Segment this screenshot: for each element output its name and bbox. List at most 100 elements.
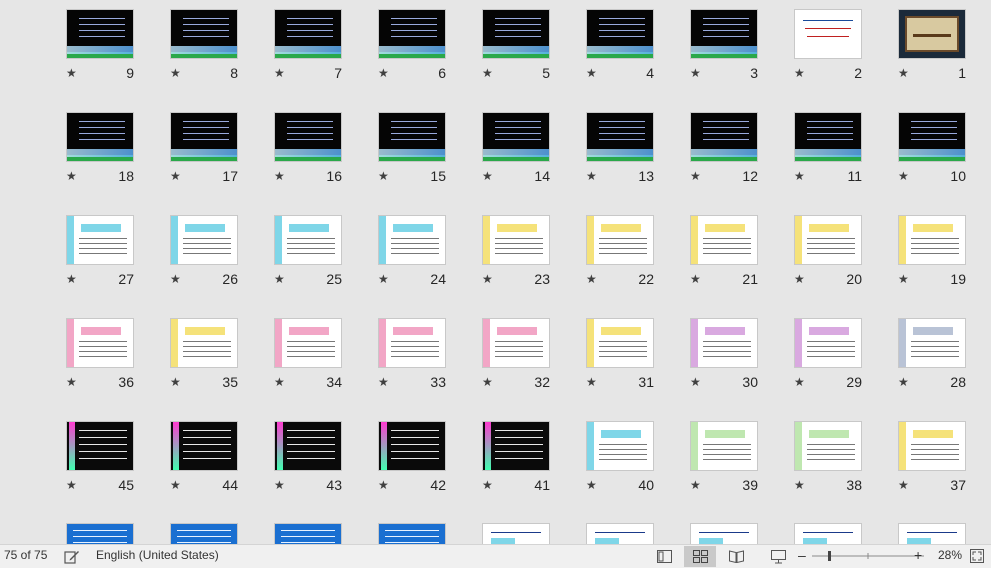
slide-thumbnail[interactable] <box>378 215 446 265</box>
slide-thumbnail[interactable] <box>66 318 134 368</box>
transition-star-icon[interactable]: ★ <box>690 375 701 389</box>
slide-thumbnail[interactable] <box>482 215 550 265</box>
transition-star-icon[interactable]: ★ <box>66 272 77 286</box>
slide-thumbnail[interactable] <box>170 215 238 265</box>
slide-thumbnail[interactable] <box>586 318 654 368</box>
slide-thumbnail[interactable] <box>586 112 654 162</box>
slide-thumbnail[interactable] <box>274 9 342 59</box>
transition-star-icon[interactable]: ★ <box>586 375 597 389</box>
transition-star-icon[interactable]: ★ <box>274 66 285 80</box>
slide-sorter-view-button[interactable] <box>684 546 716 567</box>
slide-thumbnail[interactable] <box>170 318 238 368</box>
slide-thumbnail[interactable] <box>66 112 134 162</box>
transition-star-icon[interactable]: ★ <box>482 169 493 183</box>
slide-thumbnail[interactable] <box>586 9 654 59</box>
transition-star-icon[interactable]: ★ <box>378 478 389 492</box>
slide-thumbnail[interactable] <box>794 9 862 59</box>
slide-thumbnail[interactable] <box>274 318 342 368</box>
slide-thumbnail[interactable] <box>898 523 966 544</box>
transition-star-icon[interactable]: ★ <box>274 478 285 492</box>
slide-thumbnail[interactable] <box>170 523 238 544</box>
slide-thumbnail[interactable] <box>66 215 134 265</box>
slide-thumbnail[interactable] <box>898 421 966 471</box>
transition-star-icon[interactable]: ★ <box>482 272 493 286</box>
slide-thumbnail[interactable] <box>690 9 758 59</box>
slide-thumbnail[interactable] <box>690 215 758 265</box>
transition-star-icon[interactable]: ★ <box>66 375 77 389</box>
transition-star-icon[interactable]: ★ <box>66 66 77 80</box>
slide-thumbnail[interactable] <box>690 523 758 544</box>
language-indicator[interactable]: English (United States) <box>96 545 219 568</box>
transition-star-icon[interactable]: ★ <box>66 478 77 492</box>
slide-thumbnail[interactable] <box>690 318 758 368</box>
fit-to-window-button[interactable] <box>970 545 986 568</box>
transition-star-icon[interactable]: ★ <box>482 478 493 492</box>
slide-thumbnail[interactable] <box>482 318 550 368</box>
slide-thumbnail[interactable] <box>690 112 758 162</box>
slide-thumbnail[interactable] <box>898 112 966 162</box>
transition-star-icon[interactable]: ★ <box>274 375 285 389</box>
transition-star-icon[interactable]: ★ <box>898 478 909 492</box>
slide-thumbnail[interactable] <box>794 215 862 265</box>
slide-thumbnail[interactable] <box>274 523 342 544</box>
slide-thumbnail[interactable] <box>482 421 550 471</box>
transition-star-icon[interactable]: ★ <box>66 169 77 183</box>
transition-star-icon[interactable]: ★ <box>898 66 909 80</box>
slide-thumbnail[interactable] <box>378 318 446 368</box>
transition-star-icon[interactable]: ★ <box>898 375 909 389</box>
slide-thumbnail[interactable] <box>170 421 238 471</box>
transition-star-icon[interactable]: ★ <box>794 66 805 80</box>
slide-thumbnail[interactable] <box>794 318 862 368</box>
zoom-out-button[interactable]: – <box>798 545 806 568</box>
slide-sorter-pane[interactable]: ★ 1 ★ 2 ★ 3 ★ 4 ★ 5 ★ 6 ★ 7 ★ 8 ★ 9 ★ 10 ★ 11 ★ 12 ★ 13 ★ 14 ★ 15 ★ 16 ★… <box>0 0 991 544</box>
transition-star-icon[interactable]: ★ <box>170 478 181 492</box>
slide-show-button[interactable] <box>762 546 794 567</box>
slide-thumbnail[interactable] <box>898 318 966 368</box>
transition-star-icon[interactable]: ★ <box>274 169 285 183</box>
slide-thumbnail[interactable] <box>690 421 758 471</box>
slide-thumbnail[interactable] <box>586 421 654 471</box>
slide-thumbnail[interactable] <box>378 112 446 162</box>
transition-star-icon[interactable]: ★ <box>378 375 389 389</box>
transition-star-icon[interactable]: ★ <box>586 478 597 492</box>
slide-thumbnail[interactable] <box>274 421 342 471</box>
slide-thumbnail[interactable] <box>482 9 550 59</box>
slide-thumbnail[interactable] <box>898 9 966 59</box>
slide-thumbnail[interactable] <box>794 523 862 544</box>
slide-thumbnail[interactable] <box>170 112 238 162</box>
transition-star-icon[interactable]: ★ <box>690 66 701 80</box>
transition-star-icon[interactable]: ★ <box>898 169 909 183</box>
reading-view-button[interactable] <box>720 546 752 567</box>
transition-star-icon[interactable]: ★ <box>794 478 805 492</box>
normal-view-button[interactable] <box>648 546 680 567</box>
slide-thumbnail[interactable] <box>170 9 238 59</box>
slide-thumbnail[interactable] <box>274 215 342 265</box>
transition-star-icon[interactable]: ★ <box>482 66 493 80</box>
transition-star-icon[interactable]: ★ <box>482 375 493 389</box>
slide-thumbnail[interactable] <box>794 421 862 471</box>
transition-star-icon[interactable]: ★ <box>586 66 597 80</box>
transition-star-icon[interactable]: ★ <box>690 169 701 183</box>
zoom-in-button[interactable]: + <box>914 545 922 568</box>
transition-star-icon[interactable]: ★ <box>586 169 597 183</box>
transition-star-icon[interactable]: ★ <box>378 169 389 183</box>
transition-star-icon[interactable]: ★ <box>586 272 597 286</box>
transition-star-icon[interactable]: ★ <box>170 375 181 389</box>
notes-edit-icon[interactable] <box>64 545 82 568</box>
slide-thumbnail[interactable] <box>378 421 446 471</box>
slide-thumbnail[interactable] <box>482 523 550 544</box>
slide-counter[interactable]: 75 of 75 <box>4 545 47 568</box>
transition-star-icon[interactable]: ★ <box>274 272 285 286</box>
transition-star-icon[interactable]: ★ <box>170 66 181 80</box>
slide-thumbnail[interactable] <box>274 112 342 162</box>
transition-star-icon[interactable]: ★ <box>378 66 389 80</box>
transition-star-icon[interactable]: ★ <box>690 478 701 492</box>
slide-thumbnail[interactable] <box>378 523 446 544</box>
zoom-slider[interactable] <box>812 550 924 562</box>
slide-thumbnail[interactable] <box>66 421 134 471</box>
transition-star-icon[interactable]: ★ <box>898 272 909 286</box>
transition-star-icon[interactable]: ★ <box>378 272 389 286</box>
zoom-level[interactable]: 28% <box>938 545 962 568</box>
slide-thumbnail[interactable] <box>898 215 966 265</box>
slide-thumbnail[interactable] <box>586 215 654 265</box>
